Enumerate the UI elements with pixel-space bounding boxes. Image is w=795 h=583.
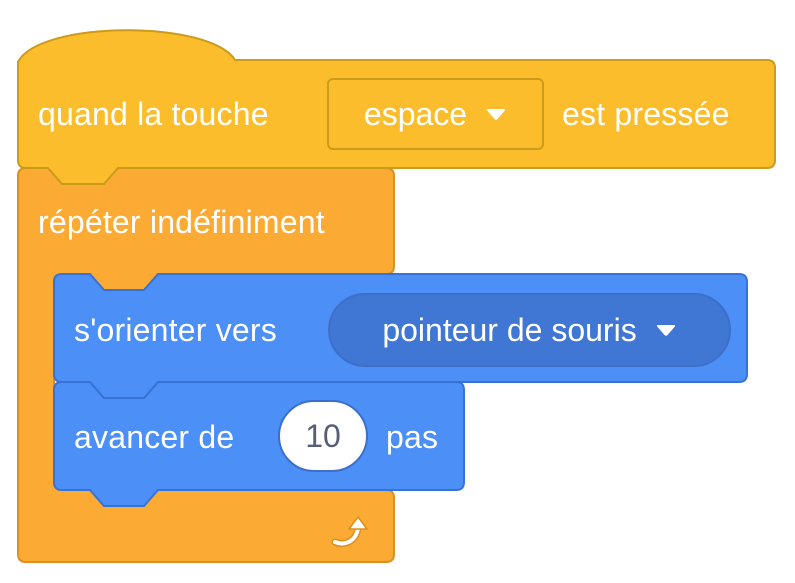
point-towards-label: s'orienter vers bbox=[74, 312, 277, 348]
caret-down-icon bbox=[486, 109, 506, 120]
loop-arrow-icon bbox=[331, 516, 368, 547]
forever-block-label: répéter indéfiniment bbox=[38, 204, 325, 240]
hat-block-label-before: quand la touche bbox=[38, 96, 269, 132]
key-dropdown[interactable]: espace bbox=[327, 78, 544, 150]
move-label-before: avancer de bbox=[74, 419, 235, 455]
hat-block-label-after: est pressée bbox=[562, 96, 730, 132]
key-dropdown-value: espace bbox=[363, 95, 468, 132]
target-dropdown[interactable]: pointeur de souris bbox=[328, 293, 731, 367]
move-label-after: pas bbox=[386, 419, 439, 455]
steps-input[interactable]: 10 bbox=[278, 400, 368, 472]
caret-down-icon bbox=[656, 325, 675, 336]
target-dropdown-value: pointeur de souris bbox=[382, 311, 637, 348]
